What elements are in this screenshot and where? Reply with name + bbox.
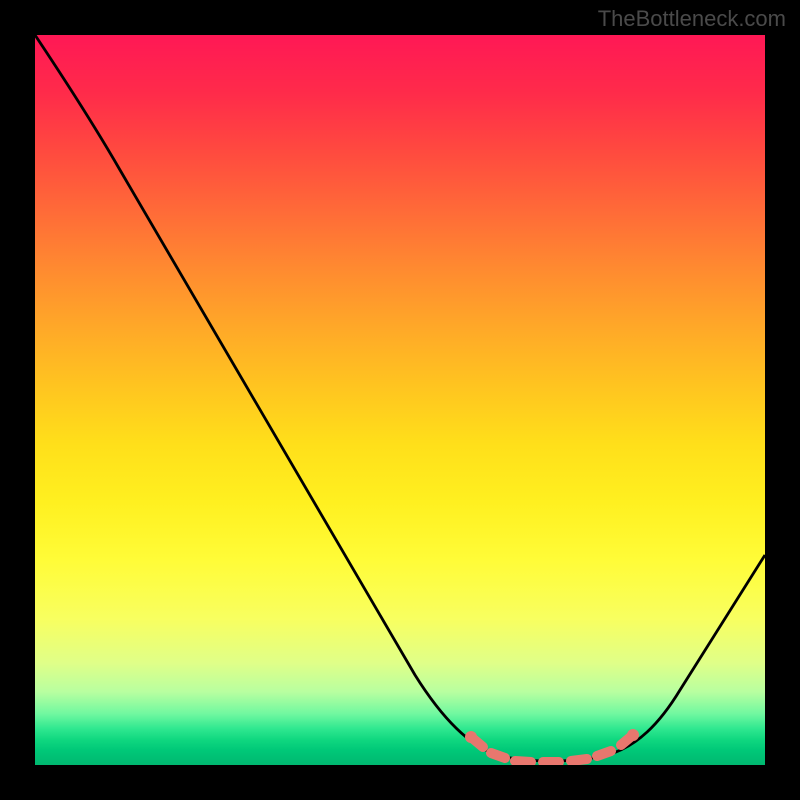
bottleneck-curve-svg: [35, 35, 765, 765]
watermark-text: TheBottleneck.com: [598, 6, 786, 32]
trough-marker-dots: [465, 729, 639, 743]
trough-marker-band: [471, 735, 633, 762]
bottleneck-curve-path: [35, 35, 765, 761]
chart-plot-area: [35, 35, 765, 765]
